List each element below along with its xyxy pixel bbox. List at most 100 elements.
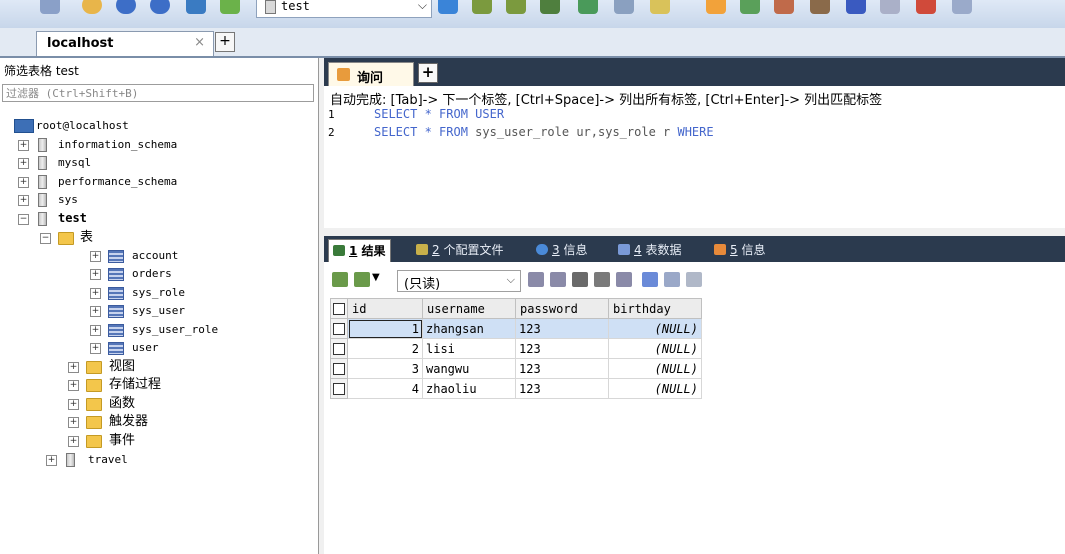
tree-table-sys-user[interactable]: + sys_user xyxy=(0,302,300,319)
backup-icon[interactable] xyxy=(116,0,136,14)
expand-icon[interactable]: + xyxy=(18,158,29,169)
cell-id[interactable]: 2 xyxy=(347,338,423,359)
table-row[interactable]: 1 zhangsan 123 (NULL) xyxy=(330,318,702,339)
chevron-down-icon[interactable]: ▼ xyxy=(372,272,380,283)
report-icon[interactable] xyxy=(846,0,866,14)
expand-icon[interactable]: + xyxy=(90,269,101,280)
expand-icon[interactable]: + xyxy=(90,306,101,317)
tree-table-orders[interactable]: + orders xyxy=(0,265,300,282)
cell-password[interactable]: 123 xyxy=(515,318,609,339)
expand-icon[interactable]: + xyxy=(90,251,101,262)
tree-db-information-schema[interactable]: + information_schema xyxy=(0,136,300,153)
tools-icon[interactable] xyxy=(650,0,670,14)
tree-db-sys[interactable]: + sys xyxy=(0,191,300,208)
expand-icon[interactable]: + xyxy=(68,380,79,391)
expand-icon[interactable]: + xyxy=(90,325,101,336)
cell-username[interactable]: zhangsan xyxy=(422,318,516,339)
add-row-icon[interactable] xyxy=(528,272,544,287)
tree-server[interactable]: root@localhost xyxy=(0,117,300,134)
tab-query[interactable]: 询问 xyxy=(328,62,414,88)
tab-results[interactable]: 1 结果 xyxy=(328,239,391,262)
row-checkbox[interactable] xyxy=(330,378,348,399)
user-icon[interactable] xyxy=(810,0,830,14)
tree-table-sys-user-role[interactable]: + sys_user_role xyxy=(0,321,300,338)
tree-folder-views[interactable]: + 视图 xyxy=(0,358,300,375)
query-icon[interactable] xyxy=(438,0,458,14)
grid-view-icon[interactable] xyxy=(642,272,658,287)
expand-icon[interactable]: + xyxy=(18,195,29,206)
table-row[interactable]: 4 zhaoliu 123 (NULL) xyxy=(330,378,702,399)
collapse-icon[interactable]: − xyxy=(40,233,51,244)
read-only-select[interactable]: (只读) ⌵ xyxy=(397,270,521,292)
connection-icon[interactable] xyxy=(40,0,60,14)
column-header-birthday[interactable]: birthday xyxy=(608,298,702,319)
expand-icon[interactable]: + xyxy=(18,140,29,151)
tree-table-user[interactable]: + user xyxy=(0,339,300,356)
sql-line-2[interactable]: SELECT * FROM sys_user_role ur,sys_role … xyxy=(374,125,714,139)
cell-birthday[interactable]: (NULL) xyxy=(608,378,702,399)
cell-password[interactable]: 123 xyxy=(515,358,609,379)
cell-id[interactable]: 3 xyxy=(347,358,423,379)
layout-icon[interactable] xyxy=(952,0,972,14)
cell-birthday[interactable]: (NULL) xyxy=(608,358,702,379)
tree-folder-procedures[interactable]: + 存储过程 xyxy=(0,376,300,393)
sql-editor[interactable]: 自动完成: [Tab]-> 下一个标签, [Ctrl+Space]-> 列出所有… xyxy=(324,86,1065,228)
tree-folder-tables[interactable]: − 表 xyxy=(0,229,300,246)
expand-icon[interactable]: + xyxy=(68,436,79,447)
cell-password[interactable]: 123 xyxy=(515,338,609,359)
cell-username[interactable]: zhaoliu xyxy=(422,378,516,399)
sql-line-1[interactable]: SELECT * FROM USER xyxy=(374,107,504,121)
collapse-icon[interactable]: − xyxy=(18,214,29,225)
refresh-icon[interactable] xyxy=(186,0,206,14)
cell-birthday[interactable]: (NULL) xyxy=(608,318,702,339)
row-checkbox[interactable] xyxy=(330,338,348,359)
duplicate-row-icon[interactable] xyxy=(550,272,566,287)
import-grid-icon[interactable] xyxy=(354,272,370,287)
table-row[interactable]: 3 wangwu 123 (NULL) xyxy=(330,358,702,379)
view-icon[interactable] xyxy=(578,0,598,14)
new-query-icon[interactable] xyxy=(472,0,492,14)
tree-db-performance-schema[interactable]: + performance_schema xyxy=(0,173,300,190)
tab-localhost[interactable]: localhost × xyxy=(36,31,214,56)
select-all-checkbox[interactable] xyxy=(330,298,348,319)
row-checkbox[interactable] xyxy=(330,358,348,379)
expand-icon[interactable]: + xyxy=(18,177,29,188)
column-header-username[interactable]: username xyxy=(422,298,516,319)
table-icon[interactable] xyxy=(540,0,560,14)
tree-table-sys-role[interactable]: + sys_role xyxy=(0,284,300,301)
cell-id[interactable]: 1 xyxy=(347,318,423,339)
sync-icon[interactable] xyxy=(774,0,794,14)
database-select[interactable]: test ⌵ xyxy=(256,0,432,18)
tab-info[interactable]: 3 信息 xyxy=(536,239,587,261)
tab-table-data[interactable]: 4 表数据 xyxy=(618,239,681,261)
expand-icon[interactable]: + xyxy=(68,362,79,373)
cell-id[interactable]: 4 xyxy=(347,378,423,399)
execute-icon[interactable] xyxy=(506,0,526,14)
filter-input[interactable]: 过滤器 (Ctrl+Shift+B) xyxy=(2,84,314,102)
row-checkbox[interactable] xyxy=(330,318,348,339)
tree-db-travel[interactable]: + travel xyxy=(0,451,300,468)
tab-info-2[interactable]: 5 信息 xyxy=(714,239,765,261)
new-connection-icon[interactable] xyxy=(82,0,102,14)
cell-username[interactable]: lisi xyxy=(422,338,516,359)
close-icon[interactable]: × xyxy=(194,35,205,50)
column-header-password[interactable]: password xyxy=(515,298,609,319)
text-view-icon[interactable] xyxy=(686,272,702,287)
tab-profiles[interactable]: 2 个配置文件 xyxy=(416,239,503,261)
cell-birthday[interactable]: (NULL) xyxy=(608,338,702,359)
delete-icon[interactable] xyxy=(594,272,610,287)
export-grid-icon[interactable] xyxy=(332,272,348,287)
expand-icon[interactable]: + xyxy=(46,455,57,466)
schema-icon[interactable] xyxy=(220,0,240,14)
scheduler-icon[interactable] xyxy=(880,0,900,14)
expand-icon[interactable]: + xyxy=(90,343,101,354)
refresh-icon[interactable] xyxy=(616,272,632,287)
restore-icon[interactable] xyxy=(150,0,170,14)
save-icon[interactable] xyxy=(572,272,588,287)
add-query-tab-button[interactable]: + xyxy=(418,63,438,83)
calendar-icon[interactable] xyxy=(916,0,936,14)
tree-db-test[interactable]: − test xyxy=(0,210,300,227)
column-header-id[interactable]: id xyxy=(347,298,423,319)
table-row[interactable]: 2 lisi 123 (NULL) xyxy=(330,338,702,359)
tree-db-mysql[interactable]: + mysql xyxy=(0,154,300,171)
